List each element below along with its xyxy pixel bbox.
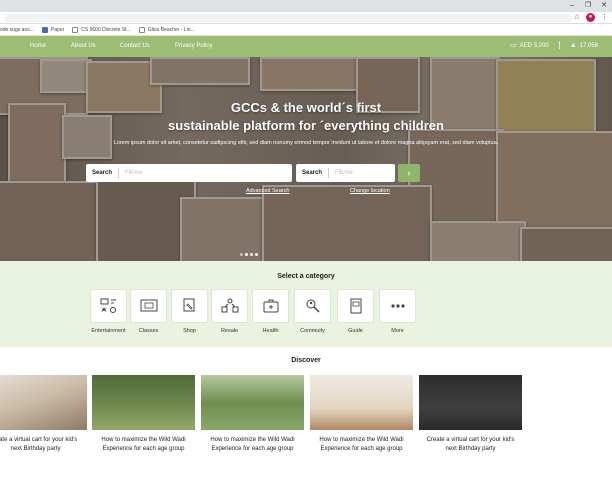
search-input-primary[interactable]: Search Fill.me [86,164,292,182]
bag-icon: ▲ [569,41,577,49]
guide-icon [350,298,361,314]
advanced-search-link[interactable]: Advanced Search [246,188,289,194]
search-placeholder: Fill.me [125,170,143,176]
discover-card[interactable]: reate a virtual cart for your kid's next… [0,375,87,454]
bookmark-star-icon[interactable]: ☆ [574,13,580,23]
search-label: Search [296,168,330,178]
discover-card[interactable]: Create a virtual cart for your kid's nex… [419,375,522,454]
category-health[interactable]: Health [252,289,289,334]
bookmarks-bar: ode sugs aos... Paper CS 5600 Discrete S… [0,24,612,36]
maximize-button[interactable]: ❐ [580,0,596,12]
health-icon [263,299,278,313]
bookmark-item[interactable]: CS 5600 Discrete St... [72,26,131,33]
bookmark-item[interactable]: ode sugs aos... [0,27,34,33]
hero-banner: GCCs & the world´s first sustainable pla… [0,57,612,261]
nav-contact-us[interactable]: Contact Us [120,43,150,49]
hero-overlay [0,57,612,261]
bookmark-item[interactable]: Paper [41,26,64,33]
nav-privacy-policy[interactable]: Privacy Policy [175,43,212,49]
category-classes[interactable]: Classes [130,289,167,334]
card-image [419,375,522,430]
profile-avatar-icon[interactable]: ● [586,13,595,22]
card-image [201,375,304,430]
shop-icon [183,298,194,312]
menu-dots-icon[interactable]: ⋮ [601,13,608,23]
url-field[interactable] [4,14,572,22]
discover-card[interactable]: How to maximize the Wild Wadi Experience… [92,375,195,454]
wallet-balance[interactable]: ▭ AED 3,200 [510,41,549,49]
search-placeholder: Fill.me [335,170,353,176]
hero-subtitle: Lorem ipsum dolor sit amet, consetetur s… [113,140,499,146]
category-resale[interactable]: Resale [211,289,248,334]
category-section: Select a category Entertainment Classes … [0,261,612,347]
search-input-location[interactable]: Search Fill.me [296,164,395,182]
category-entertainment[interactable]: Entertainment [90,289,127,334]
nav-about-us[interactable]: About Us [71,43,96,49]
category-guide[interactable]: Guide [337,289,374,334]
card-image [92,375,195,430]
card-image [0,375,87,430]
nav-divider [558,41,560,49]
change-location-link[interactable]: Change location [350,188,390,194]
window-controls: – ❐ ✕ [564,0,612,12]
resale-icon [221,298,238,313]
category-heading: Select a category [277,273,335,280]
category-community[interactable]: Commuity [294,289,331,334]
hero-title: GCCs & the world´s first sustainable pla… [168,100,444,133]
nav-home[interactable]: Home [30,43,46,49]
reward-points[interactable]: ▲ 17,058 [570,42,598,49]
discover-heading: Discover [291,357,321,364]
bookmark-item[interactable]: Gitsu Beacher - Lin... [138,26,195,33]
discover-section: Discover reate a virtual cart for your k… [0,347,612,490]
paper-icon [41,26,48,33]
card-image [310,375,413,430]
search-label: Search [86,168,120,178]
category-shop[interactable]: Shop [171,289,208,334]
carousel-dot[interactable] [255,253,258,256]
community-icon [306,299,320,313]
carousel-dot[interactable] [250,253,253,256]
browser-tab-strip: – ❐ ✕ [0,0,612,12]
more-icon [390,304,405,308]
entertainment-icon [100,298,116,313]
wallet-icon: ▭ [510,42,517,49]
carousel-dot[interactable] [240,253,243,256]
page-icon [72,26,79,33]
address-bar: ☆ ● ⋮ [0,12,612,24]
minimize-button[interactable]: – [564,0,580,12]
discover-card[interactable]: How to maximize the Wild Wadi Experience… [310,375,413,454]
category-more[interactable]: More [379,289,416,334]
site-nav: Home About Us Contact Us Privacy Policy … [0,36,612,57]
carousel-dot[interactable] [245,253,248,256]
classes-icon [140,299,157,312]
carousel-dots [240,253,258,256]
discover-card[interactable]: How to maximize the Wild Wadi Experience… [201,375,304,454]
close-window-button[interactable]: ✕ [596,0,612,12]
search-go-button[interactable]: › [398,164,420,182]
page-icon [138,26,145,33]
